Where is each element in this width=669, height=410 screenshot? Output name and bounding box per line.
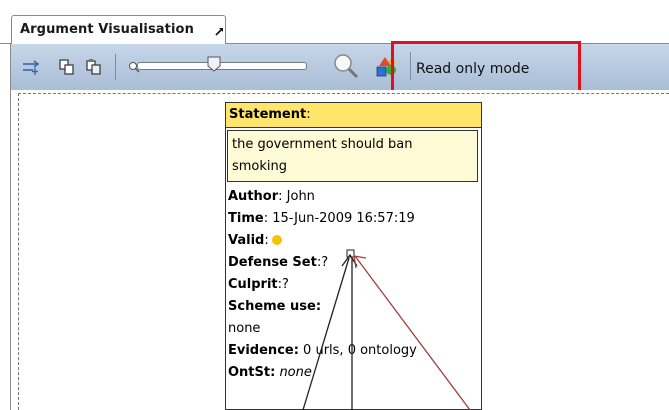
statement-text: the government should ban smoking <box>227 130 478 182</box>
scheme-use-field: Scheme use: <box>228 296 481 318</box>
time-value: : 15-Jun-2009 16:57:19 <box>263 211 415 226</box>
evidence-field: Evidence: 0 urls, 0 ontology <box>228 340 481 362</box>
pin-icon[interactable] <box>213 25 225 37</box>
statement-line-1: the government should ban <box>232 137 413 152</box>
valid-value: : <box>264 233 269 248</box>
tab-strip: Argument Visualisation <box>0 0 669 44</box>
copy-icon[interactable] <box>58 58 76 76</box>
add-link-icon[interactable] <box>21 58 43 76</box>
culprit-field: Culprit:? <box>228 274 481 296</box>
defense-value: :? <box>316 255 329 270</box>
valid-label: Valid <box>228 233 265 248</box>
zoom-in-icon[interactable] <box>332 52 360 80</box>
zoom-slider[interactable] <box>137 62 307 70</box>
statement-node[interactable]: Statement: the government should ban smo… <box>225 102 482 410</box>
node-header-suffix: : <box>306 107 311 122</box>
time-field: Time: 15-Jun-2009 16:57:19 <box>228 208 481 230</box>
defense-set-field: Defense Set:? <box>228 252 481 274</box>
statement-line-2: smoking <box>232 159 288 174</box>
author-label: Author <box>228 189 279 204</box>
scheme-label: Scheme use: <box>228 299 322 314</box>
time-label: Time <box>228 211 264 226</box>
ontst-field: OntSt: none <box>228 362 481 384</box>
valid-field: Valid: <box>228 230 481 252</box>
tab-title: Argument Visualisation <box>20 22 194 37</box>
toolbar-separator <box>115 54 116 80</box>
node-header: Statement: <box>226 103 481 128</box>
paste-icon[interactable] <box>85 58 103 76</box>
valid-smiley-icon <box>271 235 282 245</box>
author-value: : John <box>278 189 315 204</box>
evidence-label: Evidence: <box>228 343 299 358</box>
node-header-label: Statement <box>229 107 307 122</box>
ontst-value: none <box>279 365 312 380</box>
zoom-slider-thumb[interactable] <box>207 56 221 72</box>
culprit-label: Culprit <box>228 277 278 292</box>
culprit-value: :? <box>277 277 289 292</box>
defense-label: Defense Set <box>228 255 317 270</box>
author-field: Author: John <box>228 186 481 208</box>
tab-argument-visualisation[interactable]: Argument Visualisation <box>11 15 226 44</box>
scheme-value: none <box>228 321 261 336</box>
evidence-value: 0 urls, 0 ontology <box>298 343 417 358</box>
ontst-label: OntSt: <box>228 365 276 380</box>
